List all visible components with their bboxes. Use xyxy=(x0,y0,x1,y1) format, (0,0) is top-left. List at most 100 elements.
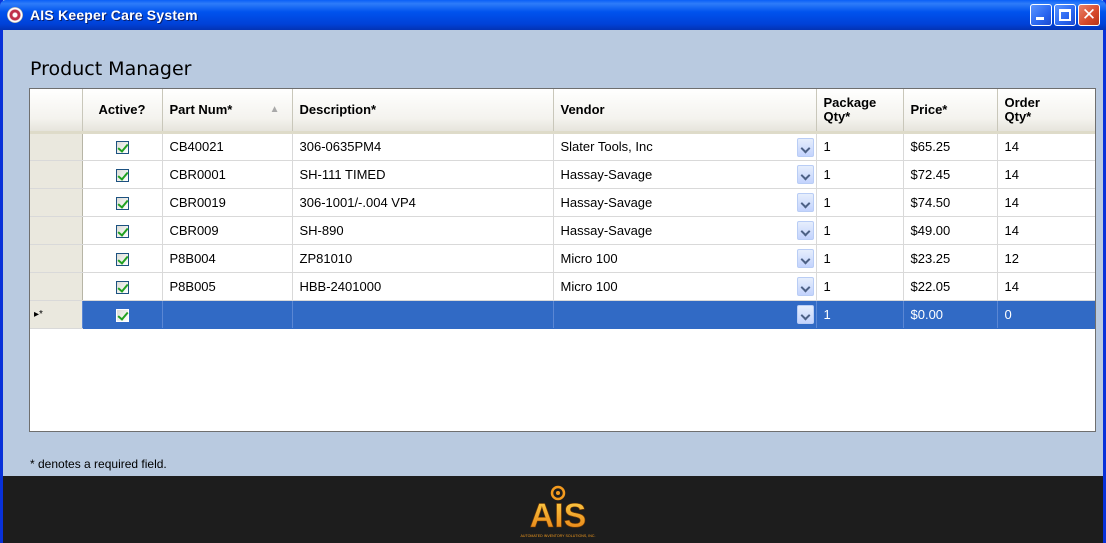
description-cell[interactable]: 306-1001/-.004 VP4 xyxy=(292,188,554,217)
description-cell[interactable]: SH-111 TIMED xyxy=(292,160,554,189)
active-cell[interactable] xyxy=(82,160,163,189)
package-qty-cell[interactable]: 1 xyxy=(816,132,904,161)
price-cell[interactable]: $72.45 xyxy=(903,160,998,189)
new-row[interactable]: ▸* 1 $0.00 0 xyxy=(30,300,1095,329)
row-selector[interactable] xyxy=(30,188,83,217)
part-num-cell[interactable]: P8B005 xyxy=(162,272,293,301)
order-qty-cell[interactable]: 14 xyxy=(997,216,1095,245)
active-cell[interactable] xyxy=(82,188,163,217)
checkbox-checked-icon[interactable] xyxy=(115,252,129,266)
header-row: Active? Part Num* ▲ Description* Vendor P… xyxy=(30,89,1095,134)
description-cell[interactable]: SH-890 xyxy=(292,216,554,245)
minimize-icon xyxy=(1036,17,1044,20)
checkbox-checked-icon[interactable] xyxy=(115,196,129,210)
price-cell[interactable]: $49.00 xyxy=(903,216,998,245)
package-qty-cell[interactable]: 1 xyxy=(816,272,904,301)
new-row-order-qty[interactable]: 0 xyxy=(997,300,1095,329)
new-row-description[interactable] xyxy=(292,300,554,329)
price-cell[interactable]: $22.05 xyxy=(903,272,998,301)
package-qty-cell[interactable]: 1 xyxy=(816,216,904,245)
vendor-value: Micro 100 xyxy=(560,250,618,266)
table-row[interactable]: P8B005 HBB-2401000 Micro 100 1 $22.05 14 xyxy=(30,272,1095,301)
column-header-order-qty-line1: Order xyxy=(1004,94,1040,110)
column-header-order-qty[interactable]: Order Qty* xyxy=(997,89,1095,134)
table-row[interactable]: CBR009 SH-890 Hassay-Savage 1 $49.00 14 xyxy=(30,216,1095,245)
table-row[interactable]: CBR0019 306-1001/-.004 VP4 Hassay-Savage 1 $… xyxy=(30,188,1095,217)
column-header-package-qty-line2: Qty* xyxy=(823,108,851,124)
row-selector[interactable] xyxy=(30,160,83,189)
active-cell[interactable] xyxy=(82,272,163,301)
order-qty-cell[interactable]: 14 xyxy=(997,188,1095,217)
minimize-button[interactable] xyxy=(1030,4,1052,26)
checkbox-checked-icon[interactable] xyxy=(115,224,129,238)
vendor-cell[interactable]: Micro 100 xyxy=(553,272,817,301)
order-qty-cell[interactable]: 12 xyxy=(997,244,1095,273)
page-title: Product Manager xyxy=(30,58,192,80)
column-header-vendor[interactable]: Vendor xyxy=(553,89,817,134)
price-cell[interactable]: $23.25 xyxy=(903,244,998,273)
new-row-price[interactable]: $0.00 xyxy=(903,300,998,329)
vendor-cell[interactable]: Hassay-Savage xyxy=(553,216,817,245)
checkbox-checked-icon[interactable] xyxy=(115,141,129,155)
vendor-dropdown-button[interactable] xyxy=(796,304,814,324)
order-qty-cell[interactable]: 14 xyxy=(997,132,1095,161)
description-cell[interactable]: ZP81010 xyxy=(292,244,554,273)
active-cell[interactable] xyxy=(82,132,163,161)
column-header-package-qty[interactable]: Package Qty* xyxy=(816,89,904,134)
vendor-dropdown-button[interactable] xyxy=(796,220,814,240)
vendor-cell[interactable]: Hassay-Savage xyxy=(553,188,817,217)
column-header-part-num[interactable]: Part Num* ▲ xyxy=(162,89,293,134)
package-qty-cell[interactable]: 1 xyxy=(816,160,904,189)
vendor-dropdown-button[interactable] xyxy=(796,164,814,184)
table-row[interactable]: P8B004 ZP81010 Micro 100 1 $23.25 12 xyxy=(30,244,1095,273)
order-qty-cell[interactable]: 14 xyxy=(997,272,1095,301)
column-header-price[interactable]: Price* xyxy=(903,89,998,134)
vendor-cell[interactable]: Slater Tools, Inc xyxy=(553,132,817,161)
package-qty-cell[interactable]: 1 xyxy=(816,188,904,217)
product-table: Active? Part Num* ▲ Description* Vendor P… xyxy=(30,89,1095,329)
vendor-dropdown-button[interactable] xyxy=(796,248,814,268)
order-qty-cell[interactable]: 14 xyxy=(997,160,1095,189)
row-selector[interactable] xyxy=(30,272,83,301)
active-cell[interactable] xyxy=(82,216,163,245)
table-row[interactable]: CBR0001 SH-111 TIMED Hassay-Savage 1 $72.45 1… xyxy=(30,160,1095,189)
description-cell[interactable]: 306-0635PM4 xyxy=(292,132,554,161)
row-selector[interactable] xyxy=(30,216,83,245)
product-grid[interactable]: Active? Part Num* ▲ Description* Vendor P… xyxy=(29,88,1096,432)
column-header-active[interactable]: Active? xyxy=(82,89,163,134)
vendor-dropdown-button[interactable] xyxy=(796,276,814,296)
close-button[interactable]: ✕ xyxy=(1078,4,1100,26)
column-header-part-num-label: Part Num* xyxy=(169,101,233,117)
vendor-cell[interactable]: Micro 100 xyxy=(553,244,817,273)
package-qty-cell[interactable]: 1 xyxy=(816,244,904,273)
part-num-cell[interactable]: CBR0019 xyxy=(162,188,293,217)
part-num-cell[interactable]: CBR009 xyxy=(162,216,293,245)
logo-text: AIS xyxy=(530,497,587,535)
new-row-package-qty[interactable]: 1 xyxy=(816,300,904,329)
part-num-cell[interactable]: CB40021 xyxy=(162,132,293,161)
app-target-icon xyxy=(7,7,23,23)
checkbox-checked-icon[interactable] xyxy=(115,168,129,182)
price-cell[interactable]: $65.25 xyxy=(903,132,998,161)
checkbox-checked-icon[interactable] xyxy=(115,280,129,294)
active-cell[interactable] xyxy=(82,244,163,273)
row-selector[interactable] xyxy=(30,244,83,273)
part-num-cell[interactable]: CBR0001 xyxy=(162,160,293,189)
new-row-active-cell[interactable] xyxy=(82,300,163,329)
column-header-description[interactable]: Description* xyxy=(292,89,554,134)
table-row[interactable]: CB40021 306-0635PM4 Slater Tools, Inc 1 $65.… xyxy=(30,132,1095,161)
vendor-dropdown-button[interactable] xyxy=(796,137,814,157)
vendor-cell[interactable]: Hassay-Savage xyxy=(553,160,817,189)
price-cell[interactable]: $74.50 xyxy=(903,188,998,217)
new-row-part-num[interactable] xyxy=(162,300,293,329)
description-cell[interactable]: HBB-2401000 xyxy=(292,272,554,301)
new-row-vendor[interactable] xyxy=(553,300,817,329)
title-bar[interactable]: AIS Keeper Care System ✕ xyxy=(0,0,1106,30)
vendor-value: Hassay-Savage xyxy=(560,194,653,210)
vendor-dropdown-button[interactable] xyxy=(796,192,814,212)
maximize-button[interactable] xyxy=(1054,4,1076,26)
row-selector[interactable] xyxy=(30,132,83,161)
checkbox-checked-icon[interactable] xyxy=(115,308,129,322)
new-row-indicator[interactable]: ▸* xyxy=(30,300,83,329)
part-num-cell[interactable]: P8B004 xyxy=(162,244,293,273)
